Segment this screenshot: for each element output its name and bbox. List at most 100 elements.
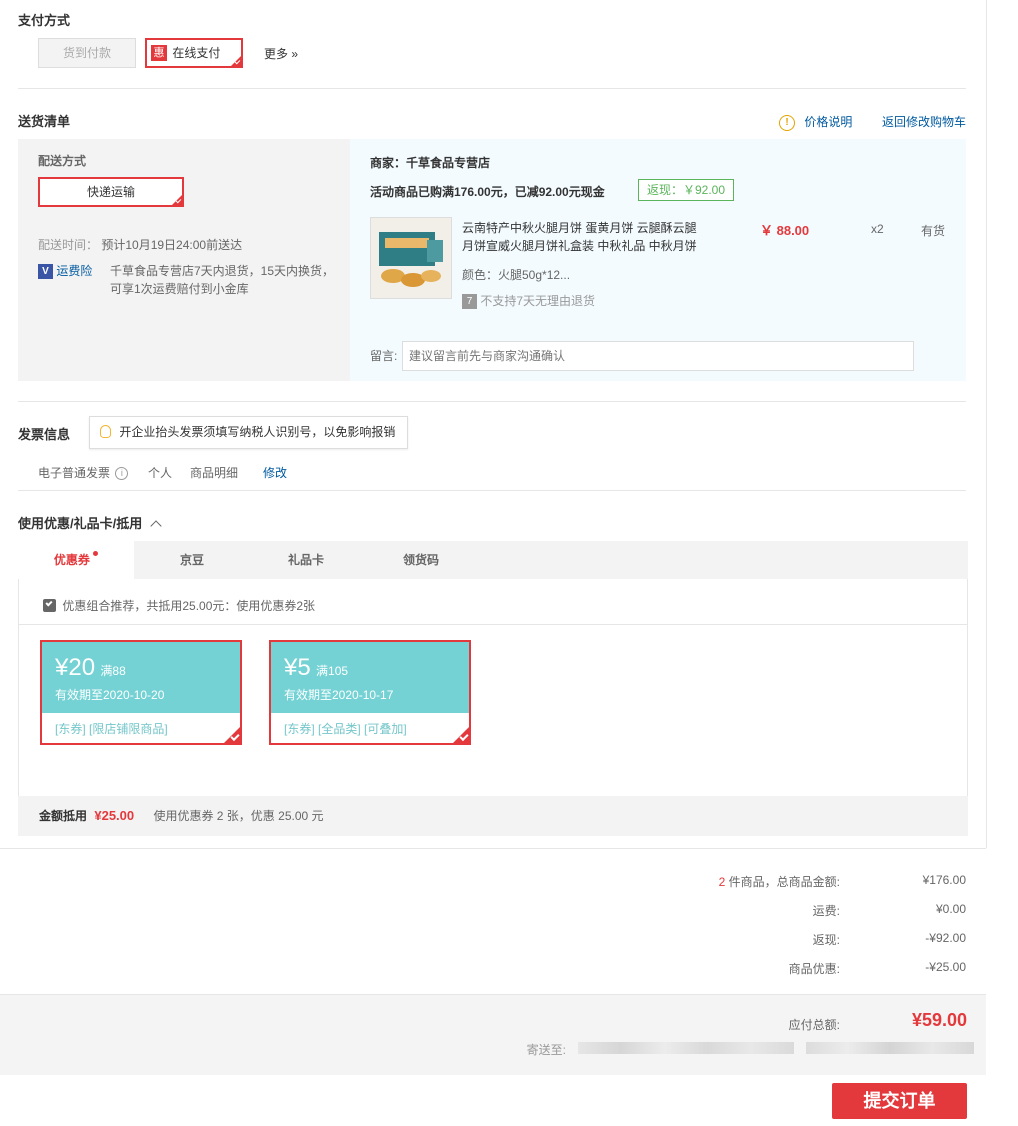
info-circle-icon: ! xyxy=(779,114,795,131)
product-spec: 颜色：火腿50g*12... xyxy=(462,268,571,282)
return-policy: 7 不支持7天无理由退货 xyxy=(462,292,596,310)
submit-order-label: 提交订单 xyxy=(863,1091,936,1111)
product-name-line1: 云南特产中秋火腿月饼 蛋黄月饼 云腿酥云腿 xyxy=(462,221,697,235)
coupons-toggle[interactable]: 使用优惠/礼品卡/抵用 xyxy=(18,513,162,532)
selected-check-icon xyxy=(452,726,470,744)
shield-icon: V xyxy=(38,264,53,280)
tab-coupon-label: 优惠券 xyxy=(53,553,90,567)
coupons-title: 使用优惠/礼品卡/抵用 xyxy=(18,516,143,531)
more-payment-link[interactable]: 更多 » xyxy=(264,45,298,62)
shipping-insurance[interactable]: V 运费险 xyxy=(38,262,93,280)
delivery-time-label: 配送时间： xyxy=(38,238,99,252)
summary-text: 使用优惠券 2 张，优惠 25.00 元 xyxy=(153,809,324,823)
no-return-icon: 7 xyxy=(462,294,477,310)
divider xyxy=(18,401,966,402)
product-image[interactable] xyxy=(370,217,452,299)
product-name-line2: 月饼宣威火腿月饼礼盒装 中秋礼品 中秋月饼 xyxy=(462,239,697,253)
lightbulb-icon xyxy=(100,424,111,438)
payable-label: 应付总额: xyxy=(788,1018,840,1032)
insurance-text-line2: 可享1次运费赔付到小金库 xyxy=(110,282,249,296)
info-icon[interactable]: i xyxy=(115,467,129,481)
ship-to-label: 寄送至: xyxy=(526,1043,566,1057)
promo-text: 活动商品已购满176.00元，已减92.00元现金 xyxy=(370,185,605,199)
invoice-header: 个人 xyxy=(148,466,173,480)
delivery-panel: 配送方式 快递运输 配送时间： 预计10月19日24:00前送达 V 运费险 千… xyxy=(18,139,966,381)
item-count-suffix: 件商品，总商品金额: xyxy=(725,875,840,889)
seller-name: 商家：千草食品专营店 xyxy=(370,156,491,170)
divider xyxy=(19,624,967,625)
product-price: ￥ 88.00 xyxy=(760,223,810,238)
coupon-condition: 满105 xyxy=(316,664,349,678)
invoice-tip: 开企业抬头发票须填写纳税人识别号，以免影响报销 xyxy=(89,416,409,449)
divider xyxy=(18,88,966,89)
address-redacted xyxy=(578,1042,794,1054)
invoice-content: 商品明细 xyxy=(190,466,239,480)
divider xyxy=(18,490,966,491)
message-input[interactable] xyxy=(402,341,914,371)
delivery-title: 送货清单 xyxy=(18,114,71,129)
delivery-time: 配送时间： 预计10月19日24:00前送达 xyxy=(38,236,242,253)
express-delivery-button[interactable]: 快递运输 xyxy=(38,177,184,207)
coupon-amount-value: ¥20 xyxy=(55,654,96,681)
invoice-type: 电子普通发票 i xyxy=(38,464,129,481)
product-stock: 有货 xyxy=(921,224,946,238)
online-pay-button[interactable]: 惠 在线支付 xyxy=(145,38,243,68)
coupon-card[interactable]: ¥5 满105 有效期至2020-10-17 [东券] [全品类] [可叠加] xyxy=(269,640,471,745)
coupon-card[interactable]: ¥20 满88 有效期至2020-10-20 [东券] [限店铺限商品] xyxy=(40,640,242,745)
coupons-panel: 优惠券 京豆 礼品卡 领货码 优惠组合推荐，共抵用25.00元：使用优惠券2张 … xyxy=(18,541,968,836)
invoice-type-label: 电子普通发票 xyxy=(38,466,111,480)
shipping-value: ¥0.00 xyxy=(935,902,966,916)
product-name[interactable]: 云南特产中秋火腿月饼 蛋黄月饼 云腿酥云腿 月饼宣威火腿月饼礼盒装 中秋礼品 中… xyxy=(462,219,722,255)
selected-check-icon xyxy=(223,726,241,744)
price-note-link[interactable]: ! 价格说明 xyxy=(779,113,852,131)
return-policy-text: 不支持7天无理由退货 xyxy=(480,294,596,308)
cashback-label: 返现: xyxy=(812,933,840,947)
coupon-expiry: 有效期至2020-10-17 xyxy=(284,688,394,702)
summary-amount: ¥25.00 xyxy=(94,808,135,823)
payment-title: 支付方式 xyxy=(18,13,71,28)
selected-check-icon xyxy=(230,55,242,67)
coupon-summary: 金额抵用 ¥25.00 使用优惠券 2 张，优惠 25.00 元 xyxy=(18,796,968,836)
discount-label: 商品优惠: xyxy=(788,962,840,976)
cod-button[interactable]: 货到付款 xyxy=(38,38,136,68)
tab-gift-card[interactable]: 礼品卡 xyxy=(288,541,324,579)
goods-total-label: 2 件商品，总商品金额: xyxy=(600,873,840,890)
cashback-value: -¥92.00 xyxy=(925,931,966,945)
tab-redeem-code[interactable]: 领货码 xyxy=(403,541,439,579)
coupon-top: ¥5 满105 有效期至2020-10-17 xyxy=(271,642,469,713)
divider xyxy=(0,848,986,849)
discount-badge-icon: 惠 xyxy=(151,44,167,61)
price-note-label: 价格说明 xyxy=(804,115,853,129)
delivery-method-label: 配送方式 xyxy=(38,154,87,168)
payable-bar: 应付总额: ¥59.00 寄送至: xyxy=(0,994,986,1075)
back-to-cart-link[interactable]: 返回修改购物车 xyxy=(882,113,966,130)
delivery-time-value: 预计10月19日24:00前送达 xyxy=(101,238,243,252)
product-qty: x2 xyxy=(871,222,884,236)
express-delivery-label: 快递运输 xyxy=(86,185,135,199)
checkbox-checked-icon[interactable] xyxy=(43,599,56,613)
recommend-text: 优惠组合推荐，共抵用25.00元：使用优惠券2张 xyxy=(62,599,316,613)
invoice-edit-link[interactable]: 修改 xyxy=(263,464,287,481)
insurance-text-line1: 千草食品专营店7天内退货，15天内换货， xyxy=(110,264,335,278)
red-dot-icon xyxy=(93,551,99,556)
coupon-tags: [东券] [限店铺限商品] xyxy=(55,722,168,736)
summary-label: 金额抵用 xyxy=(39,809,88,823)
tab-jingdou[interactable]: 京豆 xyxy=(180,541,204,579)
coupon-top: ¥20 满88 有效期至2020-10-20 xyxy=(42,642,240,713)
insurance-label: 运费险 xyxy=(56,264,93,278)
invoice-title: 发票信息 xyxy=(18,427,71,442)
tab-coupon[interactable]: 优惠券 xyxy=(18,541,134,579)
recommend-row[interactable]: 优惠组合推荐，共抵用25.00元：使用优惠券2张 xyxy=(43,597,315,614)
submit-order-button[interactable]: 提交订单 xyxy=(832,1083,967,1119)
payable-value: ¥59.00 xyxy=(911,1010,967,1030)
shop-panel: 商家：千草食品专营店 活动商品已购满176.00元，已减92.00元现金 返现：… xyxy=(350,139,966,381)
coupon-amount: ¥20 满88 xyxy=(55,654,126,682)
coupon-amount-value: ¥5 xyxy=(284,654,311,681)
coupon-expiry: 有效期至2020-10-20 xyxy=(55,688,165,702)
coupon-amount: ¥5 满105 xyxy=(284,654,348,682)
discount-value: -¥25.00 xyxy=(925,960,966,974)
cod-label: 货到付款 xyxy=(62,46,111,60)
chevron-up-icon xyxy=(149,520,162,532)
message-label: 留言: xyxy=(370,349,398,363)
coupon-condition: 满88 xyxy=(100,664,126,678)
